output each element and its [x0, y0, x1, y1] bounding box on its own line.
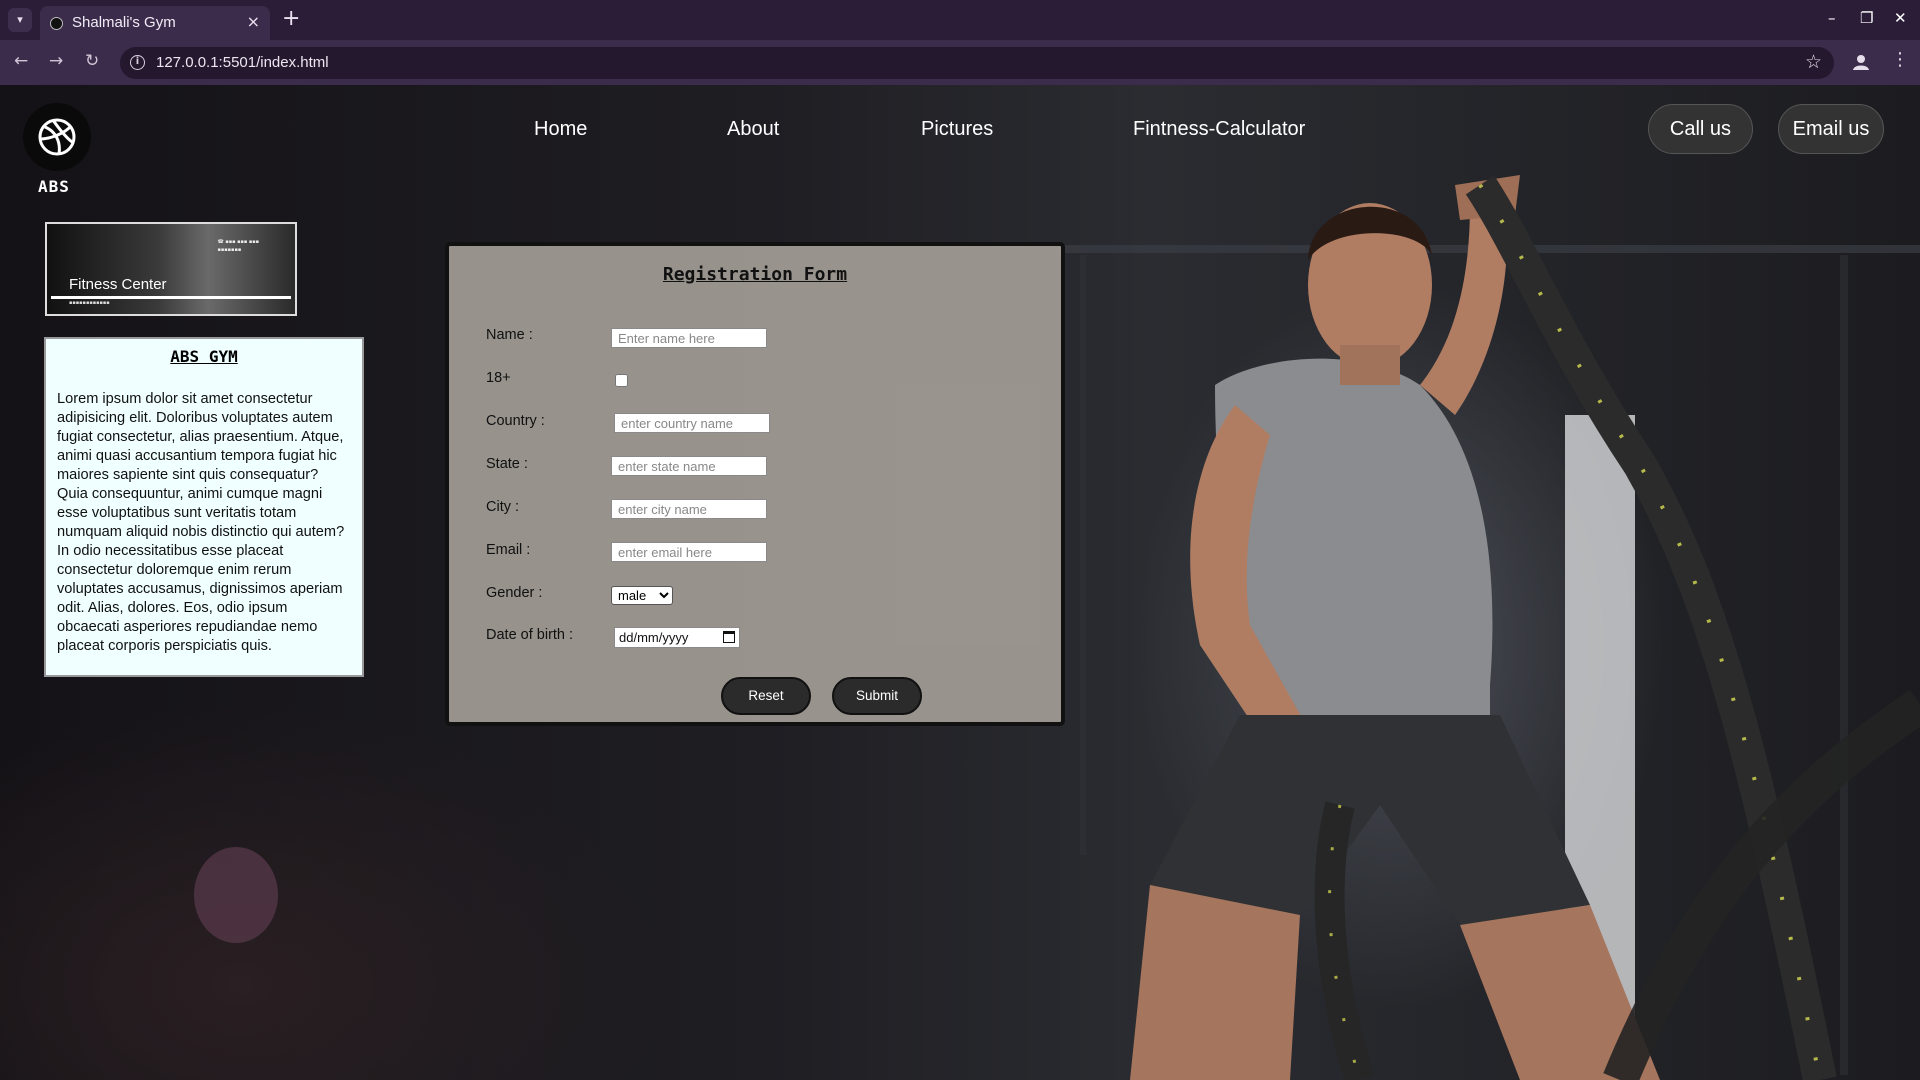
nav-about[interactable]: About	[727, 118, 779, 141]
submit-button[interactable]: Submit	[832, 677, 922, 715]
email-us-button[interactable]: Email us	[1778, 104, 1884, 154]
banner-small-text: ▪▪▪▪▪▪▪▪▪▪▪▪	[69, 300, 110, 306]
star-icon[interactable]: ☆	[1805, 51, 1822, 73]
dob-value: dd/mm/yyyy	[619, 630, 689, 645]
call-us-button[interactable]: Call us	[1648, 104, 1753, 154]
browser-tab-strip: ▾ Shalmali's Gym × + – ❐ ✕	[0, 0, 1920, 40]
nav-pictures[interactable]: Pictures	[921, 118, 993, 141]
nav-home[interactable]: Home	[534, 118, 587, 141]
maximize-button[interactable]: ❐	[1860, 8, 1873, 28]
volleyball-icon	[38, 118, 76, 156]
gym-logo[interactable]	[23, 103, 91, 171]
url-text[interactable]: 127.0.0.1:5501/index.html	[156, 54, 329, 71]
tab-close-icon[interactable]: ×	[247, 12, 260, 31]
adult-label: 18+	[486, 370, 511, 386]
name-label: Name :	[486, 327, 533, 343]
gender-select[interactable]: male	[611, 586, 673, 605]
arrow-left-icon[interactable]: ←	[14, 50, 28, 72]
arrow-right-icon[interactable]: →	[49, 50, 63, 72]
country-label: Country :	[486, 413, 545, 429]
registration-form: Registration Form Name : 18+ Country : S…	[445, 242, 1065, 726]
reload-icon[interactable]: ↻	[85, 50, 99, 72]
email-input[interactable]	[611, 542, 767, 562]
adult-checkbox[interactable]	[615, 374, 628, 387]
email-label: Email :	[486, 542, 531, 558]
state-input[interactable]	[611, 456, 767, 476]
chevron-down-icon[interactable]: ▾	[8, 8, 32, 32]
close-window-button[interactable]: ✕	[1894, 8, 1907, 28]
city-label: City :	[486, 499, 520, 515]
city-input[interactable]	[611, 499, 767, 519]
calendar-icon[interactable]	[723, 631, 735, 643]
card-title: ABS GYM	[170, 347, 238, 366]
reset-button[interactable]: Reset	[721, 677, 811, 715]
dob-input[interactable]: dd/mm/yyyy	[614, 627, 740, 648]
browser-tab[interactable]: Shalmali's Gym ×	[40, 6, 270, 40]
address-bar[interactable]: i 127.0.0.1:5501/index.html ☆	[120, 47, 1834, 79]
fitness-center-banner: ☎ ▪▪▪ ▪▪▪ ▪▪▪ ▪▪▪▪▪▪▪ Fitness Center ▪▪▪▪…	[45, 222, 297, 316]
card-body-text: Lorem ipsum dolor sit amet consectetur a…	[57, 391, 345, 654]
country-input[interactable]	[614, 413, 770, 433]
banner-title: Fitness Center	[69, 276, 167, 293]
minimize-button[interactable]: –	[1828, 8, 1836, 28]
favicon-icon	[50, 17, 63, 30]
gender-label: Gender :	[486, 585, 543, 601]
kebab-menu-icon[interactable]: ⋮	[1891, 49, 1909, 70]
logo-text: ABS	[38, 177, 70, 196]
gym-info-card: ABS GYM Lorem ipsum dolor sit amet conse…	[44, 337, 364, 677]
banner-contact-text: ☎ ▪▪▪ ▪▪▪ ▪▪▪ ▪▪▪▪▪▪▪	[217, 239, 260, 253]
profile-icon[interactable]	[1850, 51, 1872, 73]
state-label: State :	[486, 456, 528, 472]
nav-fitness-calculator[interactable]: Fintness-Calculator	[1133, 118, 1305, 141]
page-viewport: ABS Home About Pictures Fintness-Calcula…	[0, 85, 1920, 1080]
name-input[interactable]	[611, 328, 767, 348]
dob-label: Date of birth :	[486, 627, 574, 643]
new-tab-button[interactable]: +	[282, 7, 300, 31]
browser-toolbar: ← → ↻ i 127.0.0.1:5501/index.html ☆ ⋮	[0, 40, 1920, 85]
banner-divider	[51, 296, 291, 299]
info-icon[interactable]: i	[130, 55, 145, 70]
tab-title: Shalmali's Gym	[72, 14, 176, 31]
form-title: Registration Form	[662, 264, 848, 285]
